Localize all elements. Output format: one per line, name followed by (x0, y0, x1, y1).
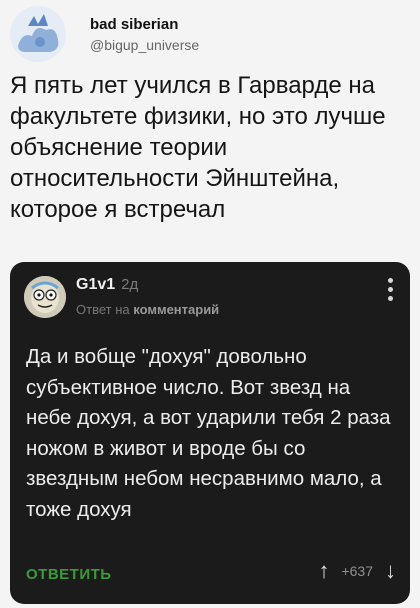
vote-count: +637 (341, 563, 373, 579)
commenter-name[interactable]: G1v1 (76, 276, 115, 293)
reply-context-link[interactable]: комментарий (133, 302, 219, 317)
avatar[interactable] (10, 6, 66, 62)
commenter-avatar[interactable] (24, 276, 66, 318)
arrow-down-icon[interactable]: ↓ (385, 560, 396, 582)
commenter-username[interactable]: G1v1 2д (76, 276, 138, 294)
tweet-author: bad siberian @bigup_universe (90, 16, 199, 53)
reply-context-prefix: Ответ на (76, 302, 130, 317)
arrow-up-icon[interactable]: ↑ (318, 560, 329, 582)
tweet-header: bad siberian @bigup_universe (10, 6, 410, 62)
author-handle[interactable]: @bigup_universe (90, 37, 199, 53)
author-name[interactable]: bad siberian (90, 16, 199, 33)
vote-controls: ↑ +637 ↓ (318, 560, 396, 582)
cartoon-face-icon (24, 276, 66, 318)
avatar-illustration-icon (10, 6, 66, 62)
reply-button[interactable]: ОТВЕТИТЬ (26, 566, 112, 583)
comment-time: 2д (121, 276, 139, 293)
tweet-text: Я пять лет учился в Гарварде на факульте… (10, 72, 386, 223)
comment-text: Да и вобще "дохуя" довольно субъективное… (26, 345, 391, 521)
comment-card: G1v1 2д Ответ на комментарий Да и вобще "… (10, 262, 410, 604)
reply-context: Ответ на комментарий (76, 302, 219, 317)
more-vertical-icon[interactable] (386, 278, 394, 304)
